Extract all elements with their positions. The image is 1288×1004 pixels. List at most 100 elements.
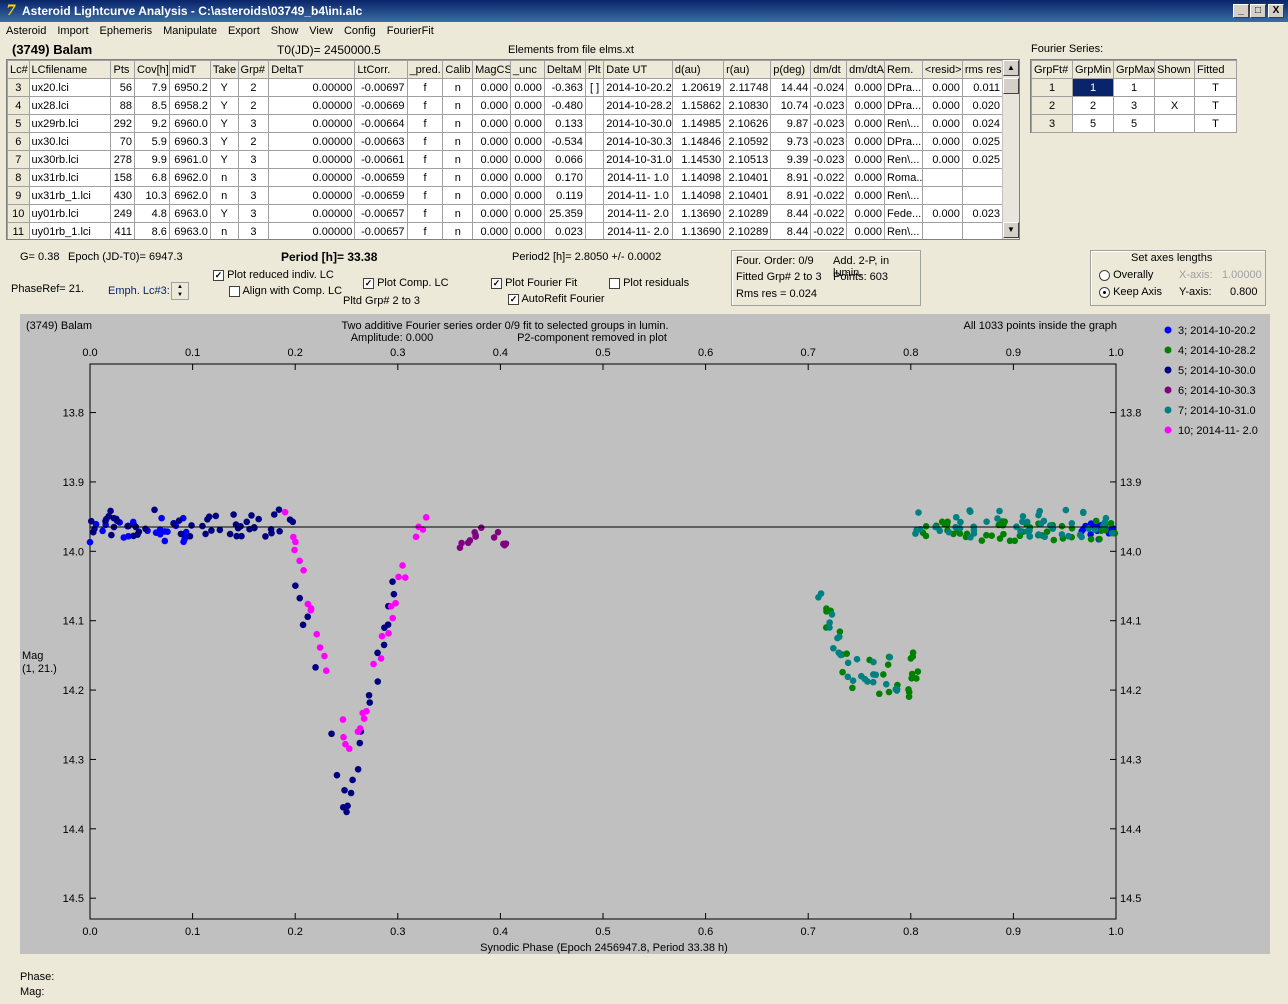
lc-cell[interactable]: 0.000 <box>846 150 885 169</box>
lc-cell[interactable]: -0.022 <box>810 204 848 223</box>
lc-cell[interactable]: ux28.lci <box>28 96 112 115</box>
lc-row-number[interactable]: 7 <box>7 150 30 169</box>
lc-cell[interactable]: 2014-10-30.3 <box>603 132 673 151</box>
lc-cell[interactable]: 1.14530 <box>671 150 725 169</box>
lc-cell[interactable]: -0.00663 <box>354 132 408 151</box>
lc-column-header[interactable]: Pts <box>110 60 136 79</box>
fourier-cell[interactable]: 1 <box>1113 78 1155 97</box>
lc-column-header[interactable]: Plt <box>584 60 605 79</box>
lc-cell[interactable]: 6961.0 <box>168 150 211 169</box>
lc-cell[interactable]: 3 <box>237 222 270 239</box>
lc-column-header[interactable]: DeltaT <box>268 60 356 79</box>
menu-ephemeris[interactable]: Ephemeris <box>94 22 158 41</box>
minimize-button[interactable]: _ <box>1233 4 1249 18</box>
lc-cell[interactable]: 0.000 <box>846 96 885 115</box>
lc-table-row[interactable]: 5 ux29rb.lci 292 9.2 6960.0 Y 3 0.00000 -0.00664… <box>7 114 1004 133</box>
menu-config[interactable]: Config <box>338 22 381 41</box>
menu-view[interactable]: View <box>303 22 338 41</box>
lc-cell[interactable]: 0.000 <box>510 204 545 223</box>
lc-cell[interactable]: 2014-11- 1.0 <box>603 186 673 205</box>
lc-column-header[interactable]: r(au) <box>723 60 772 79</box>
fourier-cell[interactable]: T <box>1194 114 1237 133</box>
lc-cell[interactable]: 0.023 <box>961 204 1004 223</box>
lc-cell[interactable]: ux30rb.lci <box>28 150 112 169</box>
lc-cell[interactable]: 0.000 <box>846 204 885 223</box>
lc-cell[interactable]: 0.00000 <box>268 168 356 187</box>
lc-column-header[interactable]: Calib <box>442 60 474 79</box>
lc-cell[interactable]: Y <box>209 96 239 115</box>
lc-cell[interactable]: -0.022 <box>810 168 848 187</box>
overally-radio[interactable]: Overally <box>1099 269 1153 281</box>
lc-cell[interactable]: 0.025 <box>961 150 1004 169</box>
lc-cell[interactable]: -0.023 <box>810 150 848 169</box>
lc-cell[interactable]: 0.000 <box>510 186 545 205</box>
lc-cell[interactable]: 0.000 <box>921 78 963 97</box>
lc-cell[interactable]: 0.000 <box>846 186 885 205</box>
lc-cell[interactable] <box>921 222 963 239</box>
lc-cell[interactable]: n <box>442 222 474 239</box>
emph-lc-spinner[interactable]: ▲ ▼ <box>171 282 189 300</box>
keep-axis-radio[interactable]: Keep Axis <box>1099 286 1162 298</box>
lc-cell[interactable]: 0.00000 <box>268 132 356 151</box>
lc-cell[interactable]: 0.000 <box>510 222 545 239</box>
lc-cell[interactable]: 0.000 <box>921 204 963 223</box>
fourier-cell[interactable]: 2 <box>1031 96 1073 115</box>
lc-cell[interactable]: 2.10830 <box>723 96 772 115</box>
lc-column-header[interactable]: Lc# <box>7 60 30 79</box>
maximize-button[interactable]: □ <box>1250 4 1266 18</box>
lc-cell[interactable]: DPra... <box>883 78 923 97</box>
lc-cell[interactable]: 0.000 <box>921 114 963 133</box>
lc-cell[interactable] <box>584 186 605 205</box>
lc-cell[interactable]: 3 <box>237 186 270 205</box>
lc-cell[interactable]: 0.000 <box>510 132 545 151</box>
fourier-row[interactable]: 355T <box>1031 114 1237 133</box>
fourier-cell[interactable]: T <box>1194 78 1237 97</box>
lc-cell[interactable]: 8.6 <box>134 222 170 239</box>
lc-cell[interactable]: 0.000 <box>921 150 963 169</box>
lc-cell[interactable]: 2014-11- 2.0 <box>603 204 673 223</box>
lc-column-header[interactable]: Date UT <box>603 60 673 79</box>
fourier-cell[interactable]: T <box>1194 96 1237 115</box>
lc-cell[interactable]: 2 <box>237 78 270 97</box>
lc-cell[interactable]: -0.00661 <box>354 150 408 169</box>
lc-cell[interactable]: [ ] <box>584 78 605 97</box>
lc-cell[interactable]: ux20.lci <box>28 78 112 97</box>
lc-cell[interactable]: -0.480 <box>543 96 586 115</box>
lc-cell[interactable]: 4.8 <box>134 204 170 223</box>
lc-cell[interactable]: f <box>406 132 444 151</box>
lc-cell[interactable]: 0.000 <box>510 96 545 115</box>
lc-cell[interactable]: Y <box>209 114 239 133</box>
lc-cell[interactable]: 0.000 <box>472 222 512 239</box>
lc-cell[interactable]: 3 <box>237 150 270 169</box>
lc-cell[interactable] <box>921 168 963 187</box>
lc-cell[interactable]: 2014-11- 1.0 <box>603 168 673 187</box>
lc-cell[interactable] <box>584 132 605 151</box>
lc-cell[interactable]: uy01rb_1.lci <box>28 222 112 239</box>
fourier-row[interactable]: 111T <box>1031 78 1237 97</box>
lc-cell[interactable]: 6962.0 <box>168 186 211 205</box>
lc-table-row[interactable]: 8 ux31rb.lci 158 6.8 6962.0 n 3 0.00000 -0.00659… <box>7 168 1004 187</box>
lc-cell[interactable]: 2.10592 <box>723 132 772 151</box>
lc-cell[interactable]: 3 <box>237 204 270 223</box>
lc-cell[interactable]: f <box>406 222 444 239</box>
lc-cell[interactable]: 1.20619 <box>671 78 725 97</box>
lc-row-number[interactable]: 4 <box>7 96 30 115</box>
lc-column-header[interactable]: dm/dtA <box>846 60 885 79</box>
lc-cell[interactable]: uy01rb.lci <box>28 204 112 223</box>
lc-cell[interactable]: 3 <box>237 114 270 133</box>
lc-cell[interactable]: Fede... <box>883 204 923 223</box>
fourier-cell[interactable]: 1 <box>1031 78 1073 97</box>
lc-cell[interactable]: -0.534 <box>543 132 586 151</box>
lc-cell[interactable]: 0.00000 <box>268 222 356 239</box>
lc-cell[interactable]: 0.000 <box>472 168 512 187</box>
lc-cell[interactable]: -0.363 <box>543 78 586 97</box>
lc-cell[interactable]: Ren\... <box>883 186 923 205</box>
lc-cell[interactable]: Roma... <box>883 168 923 187</box>
lc-cell[interactable]: 158 <box>110 168 136 187</box>
lc-cell[interactable]: 2.10289 <box>723 222 772 239</box>
lc-cell[interactable]: 0.000 <box>846 168 885 187</box>
lc-cell[interactable] <box>584 114 605 133</box>
lc-table-row[interactable]: 6 ux30.lci 70 5.9 6960.3 Y 2 0.00000 -0.00663 f n 0… <box>7 132 1004 151</box>
lc-table-row[interactable]: 7 ux30rb.lci 278 9.9 6961.0 Y 3 0.00000 -0.00661… <box>7 150 1004 169</box>
table-scrollbar[interactable]: ▲ ▼ <box>1002 60 1019 239</box>
